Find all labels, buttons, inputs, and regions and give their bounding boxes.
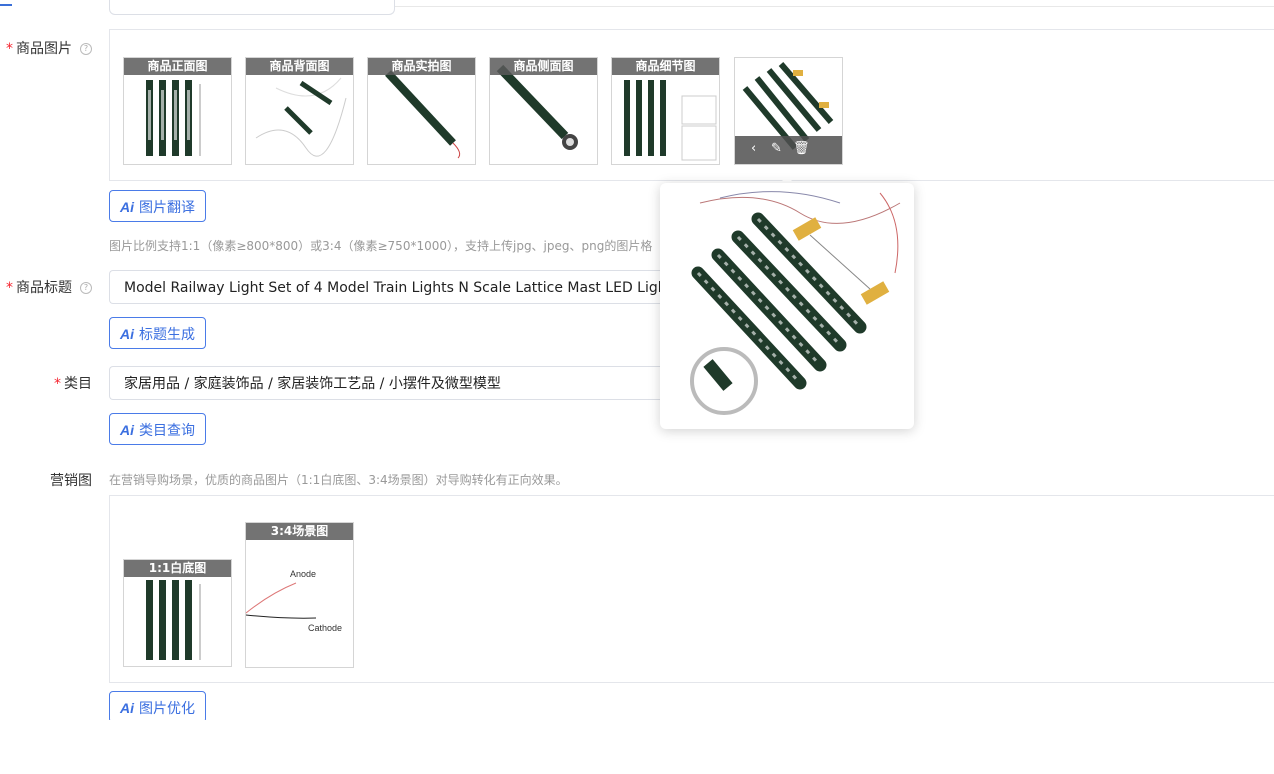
previous-field-box: [109, 0, 395, 15]
thumbnail-real[interactable]: 商品实拍图: [367, 57, 476, 165]
image-preview-popup: [660, 183, 914, 429]
question-circle-icon[interactable]: ?: [80, 43, 92, 55]
marketing-hint: 在营销导购场景，优质的商品图片（1:1白底图、3:4场景图）对导购转化有正向效果…: [109, 473, 568, 487]
title-generate-button[interactable]: Ai 标题生成: [109, 317, 206, 349]
product-images-label: * 商品图片?: [6, 38, 92, 58]
image-translate-button[interactable]: Ai 图片翻译: [109, 190, 206, 222]
svg-text:Anode: Anode: [290, 569, 316, 579]
thumbnail-actions: ‹ ✎ 🗑: [735, 136, 842, 164]
thumbnail-caption: 商品实拍图: [368, 58, 475, 75]
thumbnail-front[interactable]: 商品正面图: [123, 57, 232, 165]
question-circle-icon[interactable]: ?: [80, 282, 92, 294]
edit-icon[interactable]: ✎: [771, 141, 782, 156]
image-format-hint: 图片比例支持1:1（像素≥800*800）或3:4（像素≥750*1000），支…: [109, 239, 653, 253]
thumbnail-caption: 3:4场景图: [246, 523, 353, 540]
svg-text:Cathode: Cathode: [308, 623, 342, 633]
divider: [395, 6, 1274, 7]
product-title-label: * 商品标题?: [6, 277, 92, 297]
thumbnail-caption: 商品正面图: [124, 58, 231, 75]
required-mark: *: [6, 41, 13, 57]
required-mark: *: [6, 280, 13, 296]
thumbnail-side[interactable]: 商品侧面图: [489, 57, 598, 165]
thumbnail-white-background[interactable]: 1:1白底图: [123, 559, 232, 667]
thumbnail-detail[interactable]: 商品细节图: [611, 57, 720, 165]
image-optimize-button[interactable]: Ai 图片优化: [109, 691, 206, 723]
preview-image: [690, 191, 901, 415]
bottom-area: [0, 720, 1274, 774]
thumbnail-hovered[interactable]: ‹ ✎ 🗑: [734, 57, 843, 165]
scene-image: Anode Cathode: [246, 569, 342, 633]
scroll-indicator: [0, 4, 12, 6]
marketing-label: 营销图: [50, 473, 92, 489]
thumbnail-scene[interactable]: Anode Cathode 3:4场景图: [245, 522, 354, 668]
category-label: * 类目: [54, 376, 92, 392]
thumbnail-caption: 1:1白底图: [124, 560, 231, 577]
category-query-button[interactable]: Ai 类目查询: [109, 413, 206, 445]
thumbnail-caption: 商品侧面图: [490, 58, 597, 75]
category-input[interactable]: 家居用品 / 家庭装饰品 / 家居装饰工艺品 / 小摆件及微型模型: [109, 366, 669, 400]
thumbnail-caption: 商品细节图: [612, 58, 719, 75]
product-title-input[interactable]: Model Railway Light Set of 4 Model Train…: [109, 270, 669, 304]
delete-icon[interactable]: 🗑: [793, 141, 810, 156]
required-mark: *: [54, 376, 61, 392]
thumbnail-caption: 商品背面图: [246, 58, 353, 75]
thumbnail-back[interactable]: 商品背面图: [245, 57, 354, 165]
chevron-left-icon[interactable]: ‹: [751, 141, 756, 156]
